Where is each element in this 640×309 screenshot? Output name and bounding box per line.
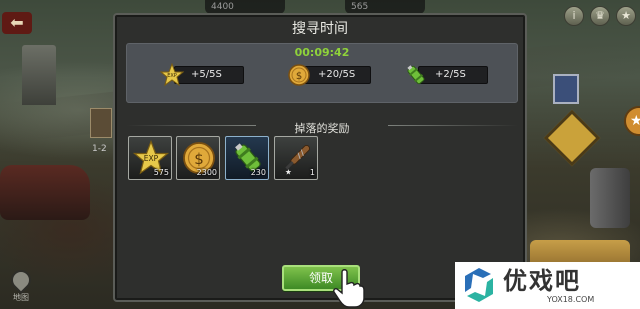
- svg-text:$: $: [194, 150, 204, 168]
- svg-text:★: ★: [285, 168, 292, 177]
- map-tower: [22, 45, 56, 105]
- pointer-hand-icon: [333, 269, 365, 308]
- info-button[interactable]: i: [564, 6, 584, 26]
- svg-text:$: $: [296, 71, 302, 82]
- search-timer: 00:09:42: [294, 46, 350, 59]
- exp-rate-label: +5/5S: [174, 66, 244, 84]
- drop-slot-exp[interactable]: EXP 575: [128, 136, 172, 180]
- drops-header: 掉落的奖励: [126, 117, 518, 135]
- gold-rate-label: +20/5S: [301, 66, 371, 84]
- divider-right: [388, 125, 518, 126]
- watermark-url: YOX18.COM: [547, 295, 595, 304]
- drop-count: 1: [309, 168, 315, 177]
- fuel-rate-label: +2/5S: [418, 66, 488, 84]
- fuel-canister-icon: [407, 65, 425, 85]
- watermark-logo-icon: [465, 268, 493, 302]
- map-unit-label: 1-2: [92, 144, 107, 154]
- watermark-name: 优戏吧: [503, 267, 581, 295]
- exp-star-icon: EXP: [160, 63, 184, 87]
- map-wrecked-car: [0, 165, 90, 220]
- search-time-dialog: 搜寻时间 00:09:42 EXP +5/5S $ +20/5S +2/5S 掉…: [113, 13, 527, 302]
- dialog-title: 搜寻时间: [292, 21, 348, 37]
- drops-header-label: 掉落的奖励: [294, 122, 350, 135]
- map-button[interactable]: 地图: [6, 265, 36, 304]
- top-resource-2: 565: [345, 0, 425, 14]
- drop-slot-fuel[interactable]: 230: [225, 136, 269, 180]
- map-flag[interactable]: [553, 74, 579, 104]
- drop-slot-bat[interactable]: ★ 1: [274, 136, 318, 180]
- drop-slot-gold[interactable]: $ 2300: [176, 136, 220, 180]
- svg-text:EXP: EXP: [167, 73, 177, 79]
- crown-button[interactable]: ♛: [590, 6, 610, 26]
- site-watermark: 优戏吧 YOX18.COM: [455, 262, 640, 309]
- drop-count: 575: [153, 168, 169, 177]
- map-unit[interactable]: [90, 108, 112, 138]
- svg-text:EXP: EXP: [144, 154, 159, 163]
- map-barrel: [590, 168, 630, 228]
- divider-left: [126, 125, 256, 126]
- search-info-panel: 00:09:42 EXP +5/5S $ +20/5S +2/5S: [126, 43, 518, 103]
- gold-coin-icon: $: [288, 64, 310, 86]
- top-resource-1: 4400: [205, 0, 285, 14]
- back-arrow-button[interactable]: ⬅: [2, 12, 32, 34]
- drop-count: 230: [250, 168, 266, 177]
- drop-count: 2300: [196, 168, 217, 177]
- map-pin-icon: [6, 265, 36, 295]
- star-button[interactable]: ★: [616, 6, 636, 26]
